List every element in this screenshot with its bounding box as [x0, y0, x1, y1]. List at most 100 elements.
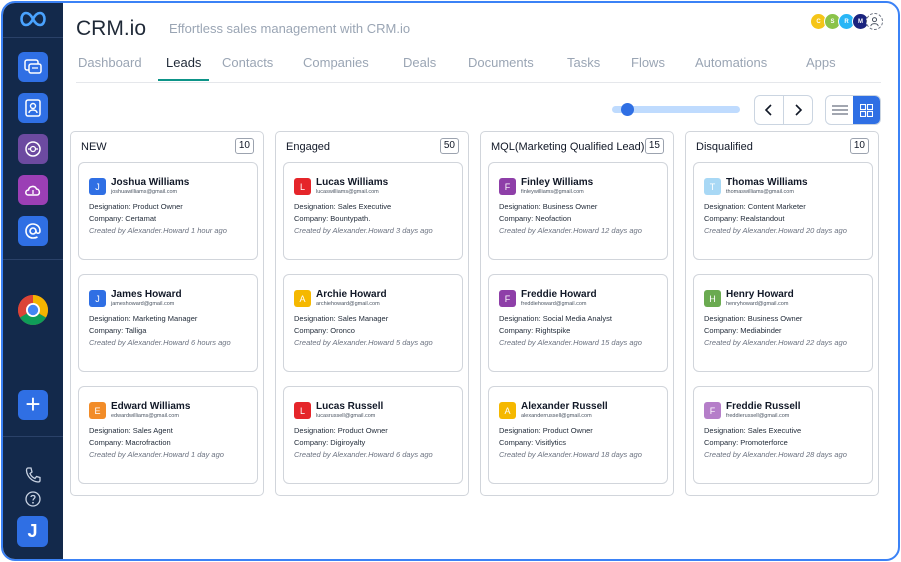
- lead-name: Edward Williams: [111, 401, 191, 412]
- sidebar-support-button[interactable]: [18, 134, 48, 164]
- lead-name: Freddie Howard: [521, 289, 597, 300]
- column-title: MQL(Marketing Qualified Lead): [491, 141, 645, 153]
- lead-card[interactable]: L Lucas Russell lucasrussell@gmail.com Desi…: [283, 386, 463, 484]
- lead-company: Company: Digiroyalty: [294, 438, 366, 447]
- lead-created-by: Created by Alexander.Howard 1 day ago: [89, 450, 224, 459]
- add-user-icon[interactable]: [866, 13, 883, 30]
- support-icon: [25, 141, 41, 157]
- tab-flows[interactable]: Flows: [631, 55, 665, 79]
- lead-name: Lucas Russell: [316, 401, 384, 412]
- infinity-logo-icon[interactable]: [17, 9, 49, 29]
- lead-email: alexanderrussell@gmail.com: [521, 413, 592, 419]
- lead-name: Freddie Russell: [726, 401, 801, 412]
- tab-dashboard[interactable]: Dashboard: [78, 55, 142, 79]
- tab-leads[interactable]: Leads: [158, 55, 210, 81]
- tab-automations[interactable]: Automations: [695, 55, 767, 79]
- lead-company: Company: Certamat: [89, 214, 157, 223]
- lead-company: Company: Talliga: [89, 326, 147, 335]
- lead-email: archiehoward@gmail.com: [316, 301, 380, 307]
- help-icon[interactable]: [24, 490, 42, 508]
- lead-card[interactable]: J James Howard jameshoward@gmail.com Design…: [78, 274, 258, 372]
- lead-name: Thomas Williams: [726, 177, 808, 188]
- lead-avatar: F: [704, 402, 721, 419]
- lead-card[interactable]: A Archie Howard archiehoward@gmail.com Desi…: [283, 274, 463, 372]
- lead-company: Company: Neofaction: [499, 214, 572, 223]
- lead-designation: Designation: Social Media Analyst: [499, 314, 612, 323]
- lead-email: edwardwilliams@gmail.com: [111, 413, 179, 419]
- presence-avatars[interactable]: C S R M: [810, 13, 883, 33]
- lead-card[interactable]: F Freddie Howard freddiehoward@gmail.com De…: [488, 274, 668, 372]
- zoom-slider-thumb[interactable]: [620, 103, 634, 116]
- pagination-group: [754, 95, 813, 125]
- lead-card[interactable]: A Alexander Russell alexanderrussell@gmail…: [488, 386, 668, 484]
- column-count-badge: 10: [849, 138, 869, 154]
- lead-designation: Designation: Content Marketer: [704, 202, 806, 211]
- kanban-column: Engaged 50 L Lucas Williams lucaswilliams@gm…: [275, 131, 469, 496]
- lead-designation: Designation: Product Owner: [294, 426, 388, 435]
- lead-designation: Designation: Product Owner: [89, 202, 183, 211]
- tab-deals[interactable]: Deals: [403, 55, 436, 79]
- lead-designation: Designation: Sales Manager: [294, 314, 389, 323]
- tab-apps[interactable]: Apps: [806, 55, 836, 79]
- list-icon: [831, 105, 848, 115]
- chrome-browser-icon[interactable]: [17, 294, 49, 326]
- lead-company: Company: Bountypath.: [294, 214, 371, 223]
- lead-created-by: Created by Alexander.Howard 6 hours ago: [89, 338, 231, 347]
- lead-created-by: Created by Alexander.Howard 22 days ago: [704, 338, 847, 347]
- lead-company: Company: Visitlytics: [499, 438, 566, 447]
- lead-avatar: J: [89, 178, 106, 195]
- lead-email: henryhoward@gmail.com: [726, 301, 789, 307]
- lead-company: Company: Mediabinder: [704, 326, 782, 335]
- lead-card[interactable]: T Thomas Williams thomaswilliams@gmail.com…: [693, 162, 873, 260]
- lead-avatar: L: [294, 178, 311, 195]
- column-title: NEW: [81, 141, 107, 153]
- lead-company: Company: Oronco: [294, 326, 355, 335]
- add-button[interactable]: +: [18, 390, 48, 420]
- lead-designation: Designation: Sales Executive: [704, 426, 802, 435]
- grid-view-button[interactable]: [853, 96, 880, 124]
- tab-companies[interactable]: Companies: [303, 55, 369, 79]
- previous-button[interactable]: [755, 96, 783, 124]
- sidebar-cloud-button[interactable]: [18, 175, 48, 205]
- kanban-column: Disqualified 10 T Thomas Williams thomaswill…: [685, 131, 879, 496]
- next-button[interactable]: [783, 96, 812, 124]
- user-avatar[interactable]: J: [17, 516, 48, 547]
- contact-card-icon: [25, 99, 41, 117]
- sidebar-chat-button[interactable]: [18, 52, 48, 82]
- phone-icon[interactable]: [24, 466, 42, 484]
- list-view-button[interactable]: [826, 96, 853, 124]
- lead-name: Alexander Russell: [521, 401, 608, 412]
- lead-card[interactable]: H Henry Howard henryhoward@gmail.com Design…: [693, 274, 873, 372]
- lead-card[interactable]: F Freddie Russell freddierussell@gmail.com…: [693, 386, 873, 484]
- lead-card[interactable]: F Finley Williams finleywilliams@gmail.com…: [488, 162, 668, 260]
- lead-created-by: Created by Alexander.Howard 20 days ago: [704, 226, 847, 235]
- lead-card[interactable]: L Lucas Williams lucaswilliams@gmail.com De…: [283, 162, 463, 260]
- column-count-badge: 15: [644, 138, 664, 154]
- lead-designation: Designation: Product Owner: [499, 426, 593, 435]
- lead-created-by: Created by Alexander.Howard 3 days ago: [294, 226, 433, 235]
- lead-name: Henry Howard: [726, 289, 794, 300]
- view-toggle: [825, 95, 881, 125]
- lead-name: James Howard: [111, 289, 182, 300]
- lead-designation: Designation: Sales Executive: [294, 202, 392, 211]
- main-tabs: Dashboard Leads Contacts Companies Deals…: [76, 47, 881, 83]
- tab-documents[interactable]: Documents: [468, 55, 534, 79]
- lead-card[interactable]: J Joshua Williams joshuawilliams@gmail.com…: [78, 162, 258, 260]
- lead-email: thomaswilliams@gmail.com: [726, 189, 794, 195]
- lead-email: lucasrussell@gmail.com: [316, 413, 376, 419]
- tab-tasks[interactable]: Tasks: [567, 55, 600, 79]
- grid-icon: [860, 103, 873, 117]
- lead-card[interactable]: E Edward Williams edwardwilliams@gmail.com…: [78, 386, 258, 484]
- lead-email: freddiehoward@gmail.com: [521, 301, 587, 307]
- lead-avatar: H: [704, 290, 721, 307]
- lead-designation: Designation: Business Owner: [704, 314, 803, 323]
- column-count-badge: 50: [439, 138, 459, 154]
- sidebar-divider: [3, 436, 63, 437]
- lead-designation: Designation: Marketing Manager: [89, 314, 198, 323]
- lead-company: Company: Promoterforce: [704, 438, 788, 447]
- kanban-column: NEW 10 J Joshua Williams joshuawilliams@gmai…: [70, 131, 264, 496]
- tab-contacts[interactable]: Contacts: [222, 55, 273, 79]
- sidebar-email-button[interactable]: [18, 216, 48, 246]
- lead-email: joshuawilliams@gmail.com: [111, 189, 178, 195]
- sidebar-contacts-button[interactable]: [18, 93, 48, 123]
